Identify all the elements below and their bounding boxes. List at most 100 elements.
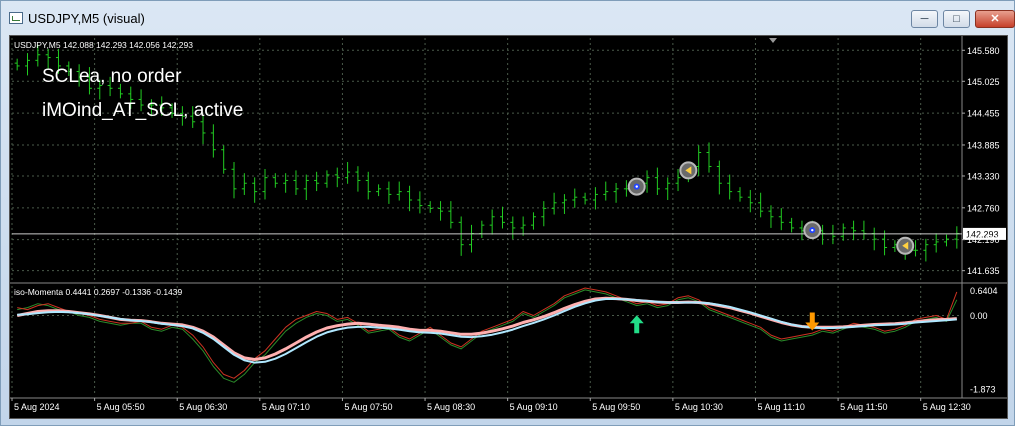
title-bar[interactable]: USDJPY,M5 (visual) ─ □ ✕ (1, 1, 1015, 33)
price-bar (716, 160, 722, 195)
price-bar (768, 205, 774, 228)
price-label: 142.760 (967, 203, 1000, 213)
price-bar (417, 191, 423, 214)
up-arrow-icon (629, 315, 644, 334)
price-bar (665, 177, 671, 200)
price-bar (324, 170, 330, 188)
time-label: 5 Aug 06:30 (179, 402, 227, 412)
time-label: 5 Aug 07:50 (344, 402, 392, 412)
marker-dot-center (635, 185, 638, 188)
price-bar (458, 216, 464, 256)
time-label: 5 Aug 10:30 (675, 402, 723, 412)
price-bar (654, 167, 660, 195)
price-bar (510, 216, 516, 240)
up-arrow-shape (629, 315, 644, 334)
price-bar (365, 171, 371, 200)
price-bar (840, 223, 846, 241)
exit-marker-icon (679, 161, 698, 180)
indicator-scale-label: 0.00 (970, 311, 988, 321)
chart-info-line: USDJPY,M5 142.088 142.293 142.056 142.29… (14, 40, 193, 50)
time-label: 5 Aug 09:10 (510, 402, 558, 412)
price-bar (14, 58, 20, 71)
price-bar (737, 187, 743, 202)
entry-marker-icon (627, 177, 646, 196)
price-label: 145.580 (967, 46, 1000, 56)
price-bar (933, 233, 939, 253)
time-label: 5 Aug 09:50 (592, 402, 640, 412)
price-bar (778, 208, 784, 231)
price-bar (469, 224, 475, 253)
price-bar (489, 209, 495, 235)
price-bar (944, 234, 950, 247)
price-bar (376, 184, 382, 197)
price-bar (727, 174, 733, 200)
price-bar (530, 212, 536, 230)
price-bar (561, 194, 567, 214)
exit-marker-icon (896, 236, 915, 255)
price-bar (499, 206, 505, 229)
close-button[interactable]: ✕ (975, 10, 1015, 28)
price-bar (706, 142, 712, 173)
entry-marker-icon (803, 221, 822, 240)
time-label: 5 Aug 11:50 (840, 402, 887, 412)
price-bar (851, 220, 857, 241)
chart-shift-icon (769, 38, 777, 43)
price-bar (386, 181, 392, 204)
price-label: 143.885 (967, 140, 1000, 150)
price-bar (758, 192, 764, 218)
chart-window: USDJPY,M5 (visual) ─ □ ✕ USDJPY,M5 142.0… (0, 0, 1015, 426)
price-bar (221, 145, 227, 174)
price-bar (541, 201, 547, 227)
price-label: 145.025 (967, 77, 1000, 87)
time-label: 5 Aug 11:10 (757, 402, 804, 412)
price-bar (210, 124, 216, 158)
price-bar (303, 174, 309, 200)
maximize-button[interactable]: □ (943, 10, 970, 28)
price-bar (345, 162, 351, 184)
price-bar (314, 171, 320, 192)
price-bar (448, 201, 454, 229)
price-bar (293, 170, 299, 195)
indicator-info-line: iso-Momenta 0.4441 0.2697 -0.1336 -0.143… (14, 287, 183, 297)
price-bar (396, 181, 402, 201)
price-bar (871, 227, 877, 251)
price-bar (427, 201, 433, 213)
price-bar (747, 189, 753, 213)
price-label: 141.635 (967, 266, 1000, 276)
price-chart-svg: USDJPY,M5 142.088 142.293 142.056 142.29… (10, 36, 1007, 412)
price-bar (262, 168, 268, 200)
price-bar (613, 182, 619, 203)
time-label: 5 Aug 08:30 (427, 402, 475, 412)
chart-window-icon (9, 12, 23, 24)
price-bar (334, 167, 340, 188)
time-label: 5 Aug 12:30 (923, 402, 971, 412)
price-bar (551, 192, 557, 215)
marker-dot-center (811, 228, 814, 232)
price-bar (479, 220, 485, 238)
window-title: USDJPY,M5 (visual) (28, 11, 145, 26)
price-bar (592, 187, 598, 210)
price-bar (272, 173, 278, 188)
minimize-button[interactable]: ─ (911, 10, 938, 28)
time-label: 5 Aug 2024 (14, 402, 60, 412)
indicator-status-text: iMOind_AT_SCL, active (42, 100, 244, 121)
price-label: 142.190 (967, 235, 1000, 245)
ea-status-text: SCLea, no order (42, 66, 182, 87)
price-bar (603, 181, 609, 201)
price-bar (520, 216, 526, 236)
chart-area[interactable]: USDJPY,M5 142.088 142.293 142.056 142.29… (9, 35, 1008, 419)
price-bar (582, 192, 588, 205)
price-bar (438, 201, 444, 221)
price-bar (252, 177, 258, 203)
price-label: 143.330 (967, 171, 1000, 181)
price-bar (861, 220, 867, 240)
price-bar (355, 166, 361, 192)
indicator-scale-label: 0.6404 (970, 286, 998, 296)
price-bar (830, 224, 836, 245)
price-bar (24, 53, 30, 76)
time-label: 5 Aug 05:50 (97, 402, 145, 412)
price-bar (644, 170, 650, 193)
price-bar (923, 238, 929, 262)
price-label: 144.455 (967, 109, 1000, 119)
time-label: 5 Aug 07:10 (262, 402, 310, 412)
